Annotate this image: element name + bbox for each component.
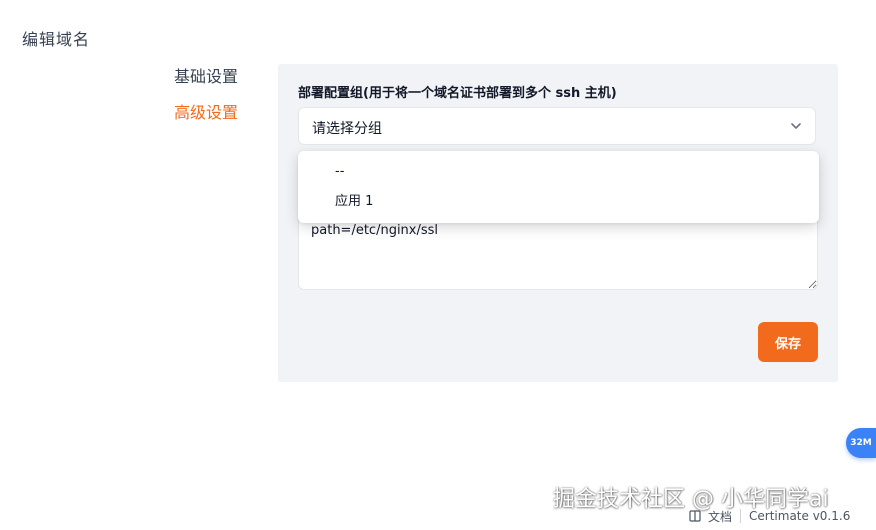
- book-icon: [689, 510, 701, 522]
- deploy-group-label: 部署配置组(用于将一个域名证书部署到多个 ssh 主机): [298, 86, 617, 101]
- docs-link[interactable]: 文档: [708, 508, 732, 525]
- dropdown-option-none[interactable]: --: [298, 157, 819, 187]
- side-nav-item-advanced-settings[interactable]: 高级设置: [174, 102, 264, 124]
- footer: 文档 Certimate v0.1.6: [688, 506, 850, 526]
- deploy-config-textarea[interactable]: path=/etc/nginx/ssl: [298, 212, 818, 290]
- deploy-group-select[interactable]: 请选择分组: [298, 107, 816, 145]
- deploy-group-select-value: 请选择分组: [312, 121, 382, 137]
- footer-divider: [740, 509, 742, 523]
- side-nav: 基础设置 高级设置: [174, 66, 264, 138]
- page-title: 编辑域名: [22, 30, 91, 49]
- memory-usage-badge[interactable]: 32M: [846, 428, 876, 458]
- side-nav-item-basic-settings[interactable]: 基础设置: [174, 66, 264, 88]
- dropdown-option-app-1[interactable]: 应用 1: [298, 187, 819, 217]
- app-version: Certimate v0.1.6: [749, 509, 851, 523]
- advanced-settings-panel: 部署配置组(用于将一个域名证书部署到多个 ssh 主机) 请选择分组 path=…: [278, 64, 838, 382]
- deploy-group-dropdown: -- 应用 1: [298, 151, 819, 223]
- chevron-down-icon: [791, 123, 801, 129]
- save-button[interactable]: 保存: [758, 322, 818, 362]
